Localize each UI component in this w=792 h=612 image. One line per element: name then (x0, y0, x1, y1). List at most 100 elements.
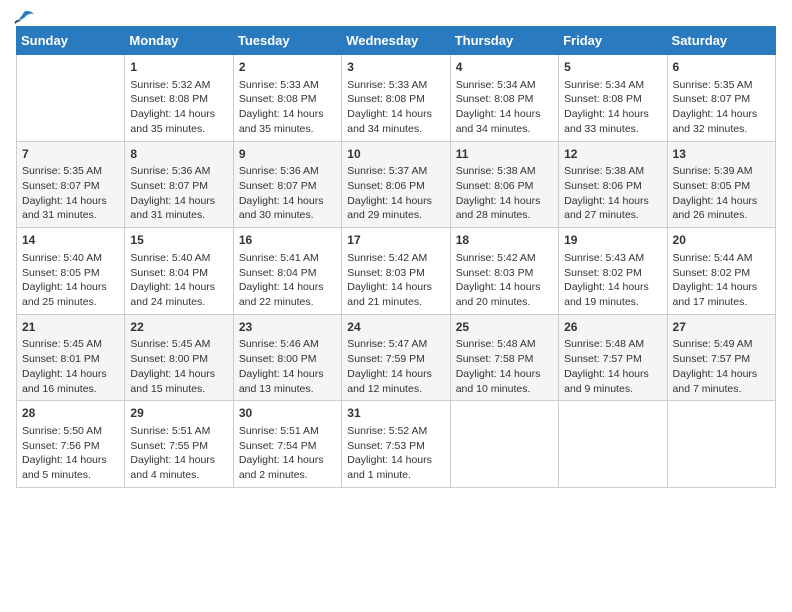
day-cell: 2Sunrise: 5:33 AMSunset: 8:08 PMDaylight… (233, 55, 341, 142)
daylight-text: Daylight: 14 hours and 1 minute. (347, 453, 444, 482)
day-number: 1 (130, 59, 227, 76)
day-number: 10 (347, 146, 444, 163)
sunrise-text: Sunrise: 5:49 AM (673, 337, 770, 352)
day-number: 5 (564, 59, 661, 76)
day-cell: 11Sunrise: 5:38 AMSunset: 8:06 PMDayligh… (450, 141, 558, 228)
daylight-text: Daylight: 14 hours and 35 minutes. (239, 107, 336, 136)
day-number: 23 (239, 319, 336, 336)
day-number: 13 (673, 146, 770, 163)
sunrise-text: Sunrise: 5:50 AM (22, 424, 119, 439)
day-number: 21 (22, 319, 119, 336)
sunrise-text: Sunrise: 5:39 AM (673, 164, 770, 179)
sunset-text: Sunset: 8:03 PM (347, 266, 444, 281)
sunrise-text: Sunrise: 5:35 AM (673, 78, 770, 93)
day-cell (450, 401, 558, 488)
sunset-text: Sunset: 8:06 PM (347, 179, 444, 194)
daylight-text: Daylight: 14 hours and 25 minutes. (22, 280, 119, 309)
sunset-text: Sunset: 8:02 PM (564, 266, 661, 281)
sunrise-text: Sunrise: 5:48 AM (564, 337, 661, 352)
daylight-text: Daylight: 14 hours and 12 minutes. (347, 367, 444, 396)
day-cell: 3Sunrise: 5:33 AMSunset: 8:08 PMDaylight… (342, 55, 450, 142)
day-cell: 21Sunrise: 5:45 AMSunset: 8:01 PMDayligh… (17, 314, 125, 401)
col-header-friday: Friday (559, 27, 667, 55)
day-cell: 26Sunrise: 5:48 AMSunset: 7:57 PMDayligh… (559, 314, 667, 401)
day-number: 15 (130, 232, 227, 249)
day-number: 28 (22, 405, 119, 422)
col-header-wednesday: Wednesday (342, 27, 450, 55)
daylight-text: Daylight: 14 hours and 4 minutes. (130, 453, 227, 482)
sunrise-text: Sunrise: 5:34 AM (564, 78, 661, 93)
sunset-text: Sunset: 8:04 PM (239, 266, 336, 281)
day-number: 19 (564, 232, 661, 249)
calendar-body: 1Sunrise: 5:32 AMSunset: 8:08 PMDaylight… (17, 55, 776, 488)
sunset-text: Sunset: 8:08 PM (347, 92, 444, 107)
day-number: 16 (239, 232, 336, 249)
sunrise-text: Sunrise: 5:33 AM (239, 78, 336, 93)
daylight-text: Daylight: 14 hours and 27 minutes. (564, 194, 661, 223)
sunset-text: Sunset: 8:00 PM (239, 352, 336, 367)
sunrise-text: Sunrise: 5:42 AM (456, 251, 553, 266)
day-cell: 6Sunrise: 5:35 AMSunset: 8:07 PMDaylight… (667, 55, 775, 142)
sunset-text: Sunset: 8:08 PM (564, 92, 661, 107)
sunrise-text: Sunrise: 5:52 AM (347, 424, 444, 439)
day-number: 24 (347, 319, 444, 336)
day-number: 17 (347, 232, 444, 249)
day-cell: 13Sunrise: 5:39 AMSunset: 8:05 PMDayligh… (667, 141, 775, 228)
daylight-text: Daylight: 14 hours and 19 minutes. (564, 280, 661, 309)
sunrise-text: Sunrise: 5:36 AM (239, 164, 336, 179)
sunrise-text: Sunrise: 5:40 AM (22, 251, 119, 266)
sunrise-text: Sunrise: 5:32 AM (130, 78, 227, 93)
week-row-3: 14Sunrise: 5:40 AMSunset: 8:05 PMDayligh… (17, 228, 776, 315)
sunrise-text: Sunrise: 5:46 AM (239, 337, 336, 352)
sunrise-text: Sunrise: 5:51 AM (130, 424, 227, 439)
week-row-5: 28Sunrise: 5:50 AMSunset: 7:56 PMDayligh… (17, 401, 776, 488)
daylight-text: Daylight: 14 hours and 9 minutes. (564, 367, 661, 396)
daylight-text: Daylight: 14 hours and 10 minutes. (456, 367, 553, 396)
sunset-text: Sunset: 7:58 PM (456, 352, 553, 367)
day-number: 25 (456, 319, 553, 336)
sunset-text: Sunset: 8:06 PM (456, 179, 553, 194)
day-number: 3 (347, 59, 444, 76)
day-number: 18 (456, 232, 553, 249)
calendar-header-row: SundayMondayTuesdayWednesdayThursdayFrid… (17, 27, 776, 55)
sunrise-text: Sunrise: 5:45 AM (130, 337, 227, 352)
daylight-text: Daylight: 14 hours and 31 minutes. (22, 194, 119, 223)
daylight-text: Daylight: 14 hours and 34 minutes. (347, 107, 444, 136)
day-number: 29 (130, 405, 227, 422)
daylight-text: Daylight: 14 hours and 24 minutes. (130, 280, 227, 309)
sunrise-text: Sunrise: 5:51 AM (239, 424, 336, 439)
sunset-text: Sunset: 8:04 PM (130, 266, 227, 281)
week-row-2: 7Sunrise: 5:35 AMSunset: 8:07 PMDaylight… (17, 141, 776, 228)
sunset-text: Sunset: 8:06 PM (564, 179, 661, 194)
day-cell: 27Sunrise: 5:49 AMSunset: 7:57 PMDayligh… (667, 314, 775, 401)
day-number: 27 (673, 319, 770, 336)
sunset-text: Sunset: 8:03 PM (456, 266, 553, 281)
day-cell: 7Sunrise: 5:35 AMSunset: 8:07 PMDaylight… (17, 141, 125, 228)
day-cell: 15 Sunrise: 5:40 AMSunset: 8:04 PMDayligh… (125, 228, 233, 315)
daylight-text: Daylight: 14 hours and 33 minutes. (564, 107, 661, 136)
day-cell (667, 401, 775, 488)
week-row-4: 21Sunrise: 5:45 AMSunset: 8:01 PMDayligh… (17, 314, 776, 401)
day-number: 12 (564, 146, 661, 163)
day-cell: 31Sunrise: 5:52 AMSunset: 7:53 PMDayligh… (342, 401, 450, 488)
day-number: 2 (239, 59, 336, 76)
day-number: 31 (347, 405, 444, 422)
daylight-text: Daylight: 14 hours and 26 minutes. (673, 194, 770, 223)
daylight-text: Daylight: 14 hours and 22 minutes. (239, 280, 336, 309)
sunrise-text: Sunrise: 5:48 AM (456, 337, 553, 352)
day-number: 14 (22, 232, 119, 249)
sunrise-text: Sunrise: 5:35 AM (22, 164, 119, 179)
day-number: 6 (673, 59, 770, 76)
sunrise-text: Sunrise: 5:40 AM (130, 251, 227, 266)
sunrise-text: Sunrise: 5:43 AM (564, 251, 661, 266)
day-cell: 8Sunrise: 5:36 AMSunset: 8:07 PMDaylight… (125, 141, 233, 228)
sunrise-text: Sunrise: 5:34 AM (456, 78, 553, 93)
col-header-sunday: Sunday (17, 27, 125, 55)
daylight-text: Daylight: 14 hours and 29 minutes. (347, 194, 444, 223)
sunrise-text: Sunrise: 5:45 AM (22, 337, 119, 352)
sunset-text: Sunset: 8:00 PM (130, 352, 227, 367)
day-number: 4 (456, 59, 553, 76)
day-cell: 4Sunrise: 5:34 AMSunset: 8:08 PMDaylight… (450, 55, 558, 142)
day-cell: 16Sunrise: 5:41 AMSunset: 8:04 PMDayligh… (233, 228, 341, 315)
day-cell: 18Sunrise: 5:42 AMSunset: 8:03 PMDayligh… (450, 228, 558, 315)
